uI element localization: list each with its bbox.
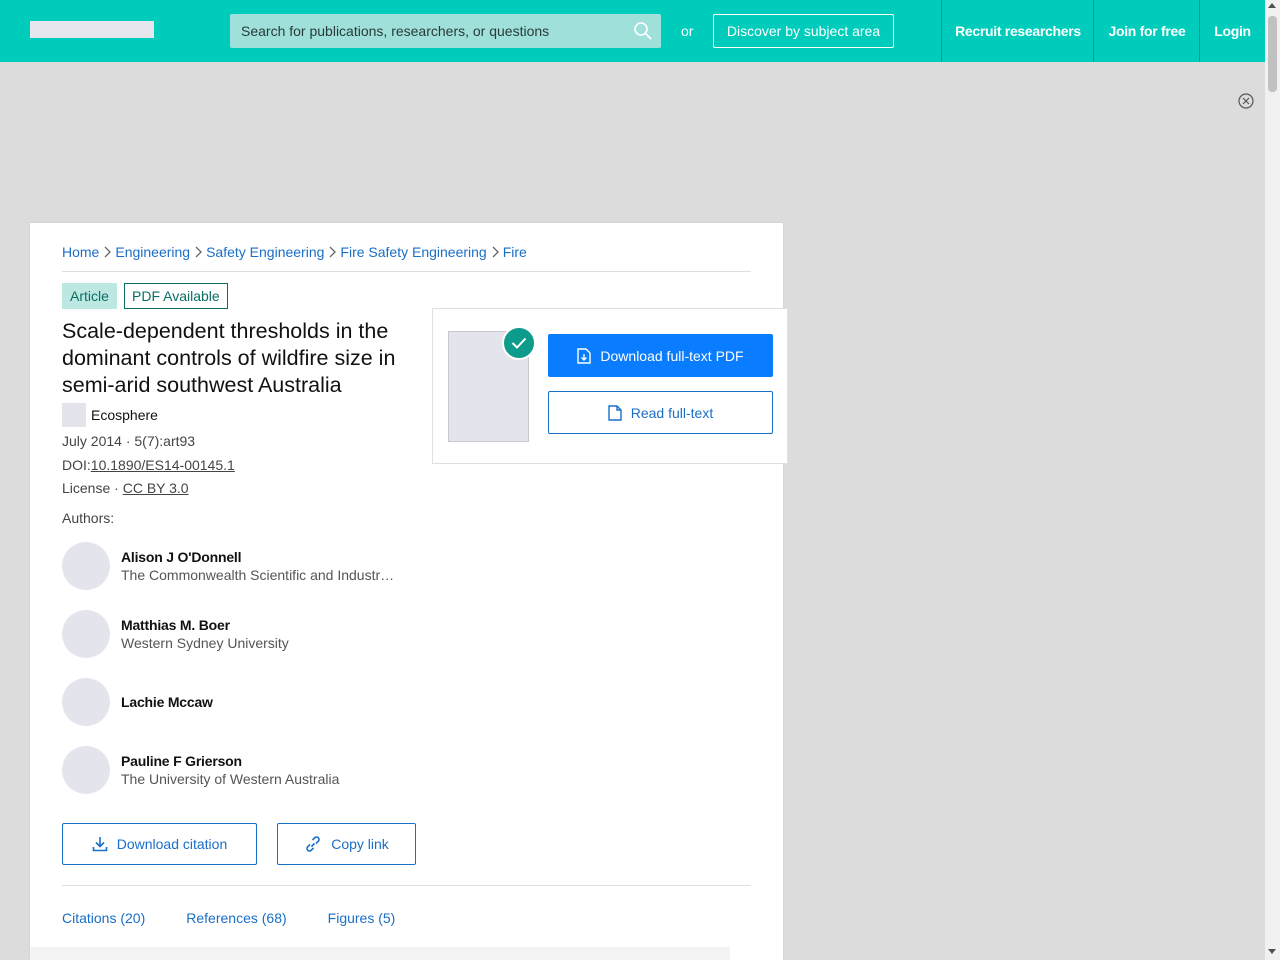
- download-icon: [92, 837, 108, 852]
- author-item[interactable]: Alison J O'Donnell The Commonwealth Scie…: [62, 542, 422, 590]
- journal-name[interactable]: Ecosphere: [91, 407, 158, 423]
- license-row: License · CC BY 3.0: [62, 480, 189, 496]
- scroll-thumb[interactable]: [1268, 16, 1277, 92]
- or-separator: or: [681, 23, 694, 39]
- author-item[interactable]: Matthias M. Boer Western Sydney Universi…: [62, 610, 422, 658]
- top-navigation-bar: or Discover by subject area Recruit rese…: [0, 0, 1265, 62]
- doi-label: DOI:: [62, 457, 91, 473]
- author-name[interactable]: Matthias M. Boer: [121, 617, 230, 633]
- doi-row: DOI:10.1890/ES14-00145.1: [62, 457, 235, 473]
- copy-link-button[interactable]: Copy link: [277, 823, 416, 865]
- copy-link-label: Copy link: [331, 836, 389, 852]
- divider: [62, 885, 751, 886]
- publication-tabs: Citations (20) References (68) Figures (…: [62, 910, 436, 926]
- author-name[interactable]: Lachie Mccaw: [121, 694, 213, 710]
- page-scrollbar[interactable]: [1265, 0, 1280, 960]
- avatar[interactable]: [62, 610, 110, 658]
- author-item[interactable]: Lachie Mccaw: [62, 678, 422, 726]
- authors-label: Authors:: [62, 510, 115, 526]
- scroll-up-arrow-icon[interactable]: [1268, 3, 1276, 8]
- read-full-text-label: Read full-text: [630, 404, 714, 421]
- author-name[interactable]: Alison J O'Donnell: [121, 549, 241, 565]
- avatar[interactable]: [62, 542, 110, 590]
- tab-figures[interactable]: Figures (5): [328, 910, 396, 926]
- divider: [62, 271, 751, 272]
- author-item[interactable]: Pauline F Grierson The University of Wes…: [62, 746, 422, 794]
- breadcrumb-fire-safety-engineering[interactable]: Fire Safety Engineering: [340, 244, 486, 260]
- doi-link[interactable]: 10.1890/ES14-00145.1: [91, 457, 235, 473]
- check-icon: [502, 326, 536, 360]
- breadcrumb: Home Engineering Safety Engineering Fire…: [62, 244, 527, 260]
- license-label: License ·: [62, 480, 123, 496]
- chevron-right-icon: [195, 246, 203, 258]
- search-icon[interactable]: [633, 21, 653, 41]
- breadcrumb-engineering[interactable]: Engineering: [115, 244, 190, 260]
- join-for-free-link[interactable]: Join for free: [1093, 0, 1200, 62]
- scroll-down-arrow-icon[interactable]: [1268, 949, 1276, 954]
- license-link[interactable]: CC BY 3.0: [123, 480, 189, 496]
- journal-thumbnail: [62, 403, 86, 427]
- download-citation-label: Download citation: [116, 836, 228, 852]
- download-full-text-label: Download full-text PDF: [600, 347, 744, 364]
- tab-citations[interactable]: Citations (20): [62, 910, 145, 926]
- chevron-right-icon: [492, 246, 499, 258]
- breadcrumb-fire[interactable]: Fire: [503, 244, 527, 260]
- publication-date: July 2014 · 5(7):art93: [62, 433, 196, 449]
- avatar[interactable]: [62, 678, 110, 726]
- author-affiliation: The University of Western Australia: [121, 771, 340, 787]
- download-citation-button[interactable]: Download citation: [62, 823, 257, 865]
- chevron-right-icon: [104, 246, 112, 258]
- chevron-right-icon: [329, 246, 337, 258]
- breadcrumb-home[interactable]: Home: [62, 244, 99, 260]
- author-affiliation: The Commonwealth Scientific and Industri…: [121, 567, 396, 583]
- pdf-available-badge: PDF Available: [124, 283, 228, 309]
- search-box[interactable]: [230, 14, 661, 48]
- link-icon: [306, 836, 320, 852]
- avatar[interactable]: [62, 746, 110, 794]
- login-link[interactable]: Login: [1199, 0, 1265, 62]
- site-logo[interactable]: [30, 21, 154, 38]
- search-input[interactable]: [230, 14, 630, 48]
- tab-references[interactable]: References (68): [186, 910, 286, 926]
- discover-by-subject-button[interactable]: Discover by subject area: [713, 14, 894, 48]
- close-ad-icon[interactable]: [1237, 92, 1255, 110]
- recruit-researchers-link[interactable]: Recruit researchers: [941, 0, 1094, 62]
- publication-title: Scale-dependent thresholds in the domina…: [62, 319, 396, 397]
- document-icon: [608, 404, 622, 421]
- read-full-text-button[interactable]: Read full-text: [548, 391, 773, 434]
- pdf-download-icon: [577, 347, 592, 364]
- card-footer-strip: [30, 947, 730, 960]
- download-full-text-pdf-button[interactable]: Download full-text PDF: [548, 334, 773, 377]
- author-affiliation: Western Sydney University: [121, 635, 289, 651]
- full-text-panel: Download full-text PDF Read full-text: [432, 308, 788, 464]
- breadcrumb-safety-engineering[interactable]: Safety Engineering: [206, 244, 324, 260]
- article-type-badge: Article: [62, 283, 117, 309]
- author-name[interactable]: Pauline F Grierson: [121, 753, 242, 769]
